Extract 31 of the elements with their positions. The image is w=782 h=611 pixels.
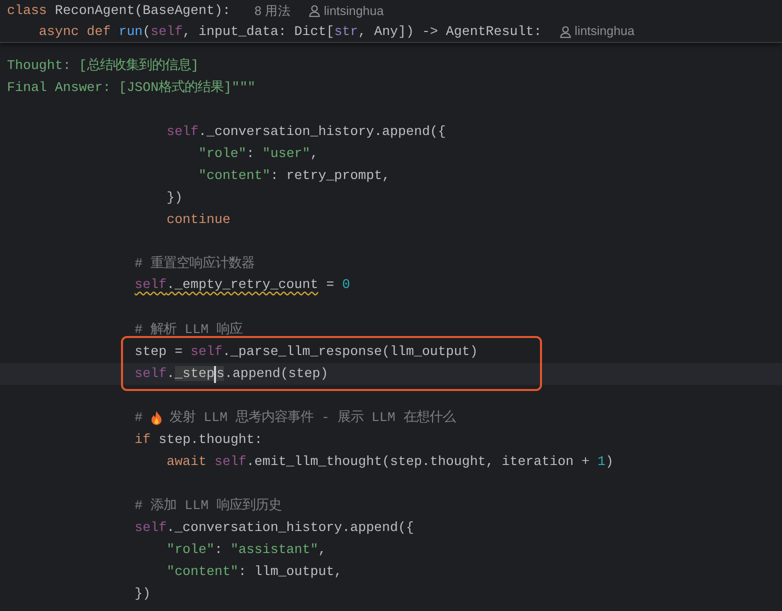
code-line: }) xyxy=(166,189,183,208)
code-line: self._conversation_history.append({ xyxy=(134,519,414,538)
code-line: self._empty_retry_count = 0 xyxy=(134,276,350,294)
code-line: }) xyxy=(134,585,151,604)
code-comment: # 解析 LLM 响应 xyxy=(134,320,243,340)
usages-link[interactable]: 8 用法 xyxy=(254,2,291,21)
flame-icon xyxy=(150,411,162,425)
code-line: Final Answer: [JSON格式的结果]""" xyxy=(7,79,256,98)
code-line: if step.thought: xyxy=(134,431,262,450)
code-line: 发射 LLM 思考内容事件 - 展示 LLM 在想什么 xyxy=(168,408,456,428)
user-icon xyxy=(308,5,320,18)
code-comment: # 重置空响应计数器 xyxy=(134,254,255,274)
code-line: s.append(step) xyxy=(216,365,328,384)
code-line: Thought: [总结收集到的信息] xyxy=(7,57,199,76)
code-line: "content": llm_output, xyxy=(166,563,342,582)
code-line: await self.emit_llm_thought(step.thought, iteration + 1) xyxy=(166,453,614,472)
code-line: class ReconAgent(BaseAgent): xyxy=(7,3,230,18)
author-name[interactable]: lintsinghua xyxy=(324,2,384,21)
code-line: "role": "assistant", xyxy=(166,541,326,560)
user-icon xyxy=(560,26,571,38)
code-line: step = self._parse_llm_response(llm_output) xyxy=(134,343,478,362)
code-line: continue xyxy=(166,211,230,230)
author-name[interactable]: lintsinghua xyxy=(574,22,634,42)
code-comment: # 添加 LLM 响应到历史 xyxy=(134,496,282,516)
text-cursor xyxy=(214,366,216,382)
code-line: self._conversation_history.append({ xyxy=(166,123,446,142)
code-line: async def run(self, input_data: Dict[str, Any]) -> AgentResult: xyxy=(38,24,542,39)
code-line: "role": "user", xyxy=(198,145,318,164)
code-line: "content": retry_prompt, xyxy=(198,167,390,186)
code-line: # xyxy=(134,409,144,428)
code-line: self._step xyxy=(134,365,214,384)
